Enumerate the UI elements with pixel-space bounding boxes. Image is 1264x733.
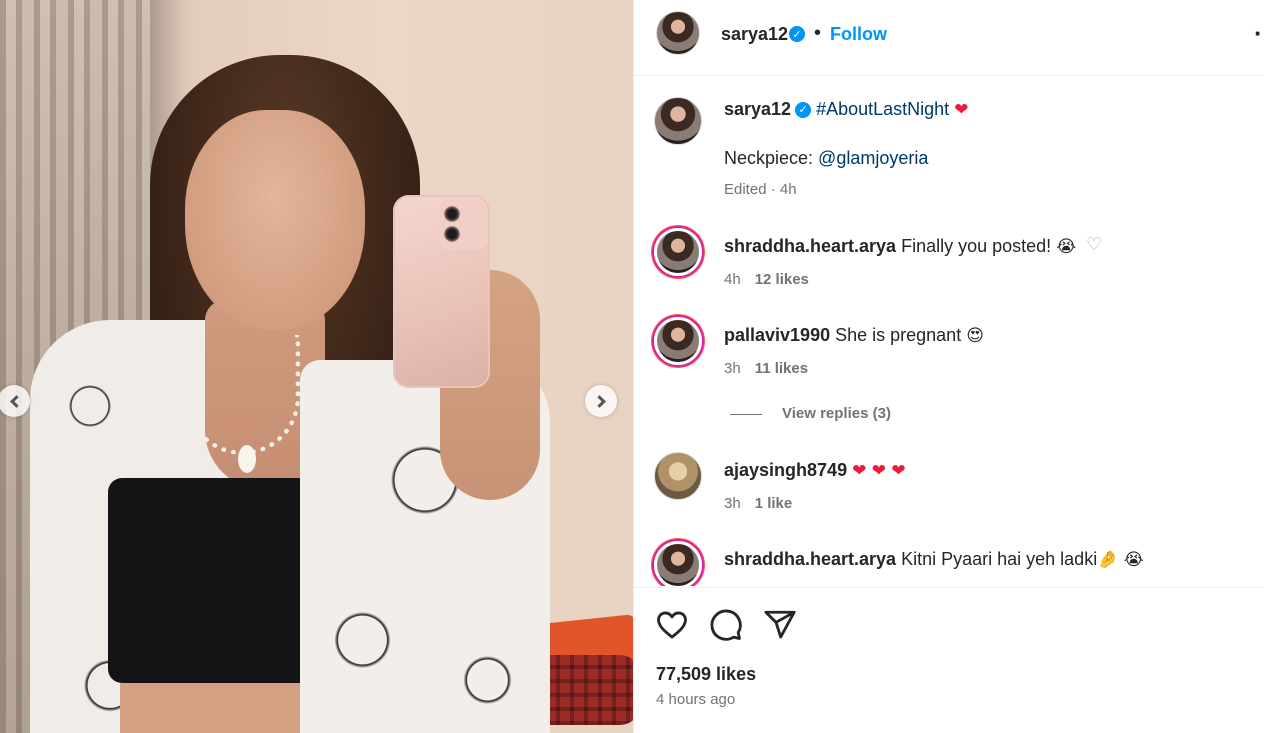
comment-meta: 3h 1 like: [724, 495, 792, 512]
pearl-pendant: [238, 445, 256, 473]
comment-username[interactable]: shraddha.heart.arya: [724, 236, 896, 256]
chevron-right-icon: [592, 394, 606, 408]
post-time: 4 hours ago: [656, 691, 736, 708]
comment-username[interactable]: pallaviv1990: [724, 325, 830, 345]
caption-meta: Edited · 4h: [724, 181, 797, 198]
caption-hashtag[interactable]: #AboutLastNight: [816, 99, 949, 119]
comment-icon[interactable]: [709, 608, 743, 642]
carousel-next-button[interactable]: [585, 385, 617, 417]
likes-count[interactable]: 77,509 likes: [656, 664, 756, 685]
camera-lens: [444, 226, 460, 242]
verified-badge-icon: ✓: [789, 26, 805, 42]
comment-emoji: 😭: [1056, 237, 1077, 257]
commenter-avatar[interactable]: [654, 317, 702, 365]
comment-body: shraddha.heart.arya Kitni Pyaari hai yeh…: [724, 549, 1144, 570]
comment-body: ajaysingh8749 ❤ ❤ ❤: [724, 460, 906, 481]
comment-emoji: 🤌 😭: [1097, 550, 1144, 570]
commenter-avatar[interactable]: [654, 541, 702, 586]
phone-camera-module: [438, 200, 488, 250]
comment-text: She is pregnant: [835, 325, 967, 345]
comment-username[interactable]: ajaysingh8749: [724, 460, 847, 480]
comment-emoji: 😍: [966, 326, 984, 346]
commenter-avatar[interactable]: [654, 228, 702, 276]
caption-line-1: sarya12 ✓ #AboutLastNight ❤: [724, 99, 968, 120]
comment-body: shraddha.heart.arya Finally you posted! …: [724, 236, 1076, 257]
follow-button[interactable]: Follow: [830, 24, 887, 45]
view-replies-button[interactable]: View replies (3): [730, 405, 891, 422]
comment-likes[interactable]: 12 likes: [755, 271, 809, 288]
replies-divider-line: [730, 413, 762, 415]
camera-lens: [444, 206, 460, 222]
more-options-icon[interactable]: ·: [1254, 18, 1263, 49]
comment-time: 3h: [724, 495, 741, 512]
caption-text: Neckpiece:: [724, 148, 819, 168]
caption-line-2: Neckpiece: @glamjoyeria: [724, 148, 928, 169]
post-side-panel: sarya12 ✓ • Follow · sarya12 ✓ #AboutLast…: [633, 0, 1264, 733]
verified-badge-icon: ✓: [795, 101, 812, 118]
comment-like-icon[interactable]: ♡: [1086, 234, 1102, 255]
author-username[interactable]: sarya12: [721, 24, 788, 45]
post-photo[interactable]: [0, 0, 633, 733]
comment-username[interactable]: shraddha.heart.arya: [724, 549, 896, 569]
comment-emoji: ❤ ❤ ❤: [852, 461, 906, 481]
view-replies-label: View replies (3): [782, 405, 891, 422]
post-header: sarya12 ✓ • Follow ·: [634, 0, 1264, 76]
comment-time: 4h: [724, 271, 741, 288]
comment-likes[interactable]: 11 likes: [755, 360, 808, 377]
comment-text: Finally you posted!: [901, 236, 1057, 256]
share-icon[interactable]: [763, 608, 797, 642]
post-actions: 77,509 likes 4 hours ago: [634, 587, 1264, 733]
comments-list[interactable]: sarya12 ✓ #AboutLastNight ❤ Neckpiece: @g…: [634, 77, 1264, 586]
comment-text: Kitni Pyaari hai yeh ladki: [901, 549, 1098, 569]
face: [185, 110, 365, 330]
comment-body: pallaviv1990 She is pregnant 😍: [724, 325, 984, 346]
commenter-avatar[interactable]: [654, 452, 702, 500]
heart-icon[interactable]: [655, 608, 689, 642]
author-avatar[interactable]: [656, 11, 700, 55]
pearl-necklace: [185, 335, 300, 455]
midriff: [120, 683, 305, 733]
author-avatar[interactable]: [654, 97, 702, 145]
black-top: [108, 478, 313, 683]
separator-dot: •: [814, 22, 822, 44]
comment-meta: 3h 11 likes: [724, 360, 808, 377]
heart-emoji: ❤: [954, 100, 969, 120]
comment-meta: 4h 12 likes: [724, 271, 809, 288]
comment-time: 3h: [724, 360, 741, 377]
chevron-left-icon: [9, 394, 23, 408]
caption-username[interactable]: sarya12: [724, 99, 791, 119]
comment-likes[interactable]: 1 like: [755, 495, 793, 512]
caption-mention[interactable]: @glamjoyeria: [818, 148, 928, 168]
